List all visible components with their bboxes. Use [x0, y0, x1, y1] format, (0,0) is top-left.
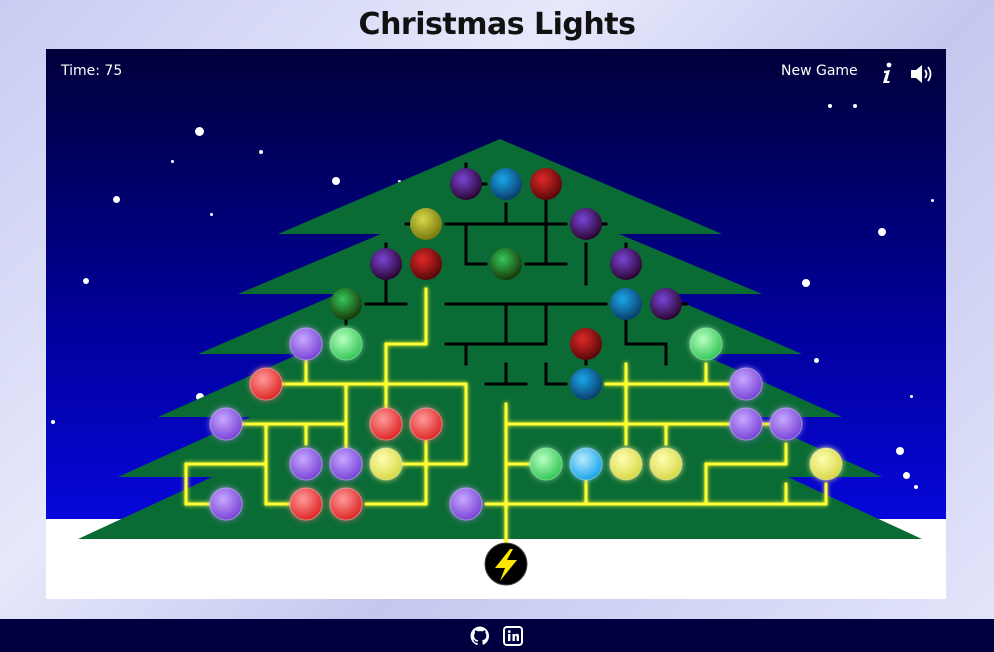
bulb-red[interactable]	[530, 168, 562, 200]
bulb-blue[interactable]	[490, 168, 522, 200]
bulb-yellow[interactable]	[809, 447, 843, 481]
bulb-green[interactable]	[689, 327, 723, 361]
bulb-purple[interactable]	[769, 407, 803, 441]
bulb-green[interactable]	[329, 327, 363, 361]
new-game-button[interactable]: New Game	[781, 63, 858, 79]
bulb-red[interactable]	[369, 407, 403, 441]
bulb-purple[interactable]	[329, 447, 363, 481]
bulb-blue[interactable]	[569, 447, 603, 481]
bulb-blue[interactable]	[610, 288, 642, 320]
info-icon[interactable]	[880, 61, 894, 85]
bulb-red[interactable]	[289, 487, 323, 521]
bulb-purple[interactable]	[289, 327, 323, 361]
bulb-yellow[interactable]	[369, 447, 403, 481]
footer	[0, 619, 994, 652]
bulb-purple[interactable]	[449, 487, 483, 521]
bulb-red[interactable]	[249, 367, 283, 401]
bulb-purple[interactable]	[209, 487, 243, 521]
speaker-icon[interactable]	[910, 63, 934, 85]
tree-body	[78, 139, 922, 539]
bulb-purple[interactable]	[570, 208, 602, 240]
power-source-button[interactable]	[484, 542, 528, 586]
game-board: Time: 75 New Game	[46, 49, 946, 599]
page-title: Christmas Lights	[358, 7, 636, 42]
bulb-purple[interactable]	[209, 407, 243, 441]
bulb-purple[interactable]	[729, 407, 763, 441]
bulb-purple[interactable]	[650, 288, 682, 320]
bulb-red[interactable]	[409, 407, 443, 441]
bulb-yellow[interactable]	[609, 447, 643, 481]
bulb-purple[interactable]	[289, 447, 323, 481]
linkedin-icon[interactable]	[503, 626, 523, 646]
bulb-purple[interactable]	[450, 168, 482, 200]
bulb-green[interactable]	[490, 248, 522, 280]
bulb-red[interactable]	[570, 328, 602, 360]
bulb-yellow[interactable]	[649, 447, 683, 481]
tree-puzzle	[78, 139, 922, 586]
bulb-blue[interactable]	[570, 368, 602, 400]
bulb-purple[interactable]	[729, 367, 763, 401]
bulb-red[interactable]	[410, 248, 442, 280]
bulb-purple[interactable]	[610, 248, 642, 280]
bulb-purple[interactable]	[370, 248, 402, 280]
bulb-green[interactable]	[529, 447, 563, 481]
bulb-green[interactable]	[330, 288, 362, 320]
github-icon[interactable]	[470, 626, 490, 646]
timer-display: Time: 75	[61, 63, 123, 79]
bulb-red[interactable]	[329, 487, 363, 521]
bulb-yellow[interactable]	[410, 208, 442, 240]
